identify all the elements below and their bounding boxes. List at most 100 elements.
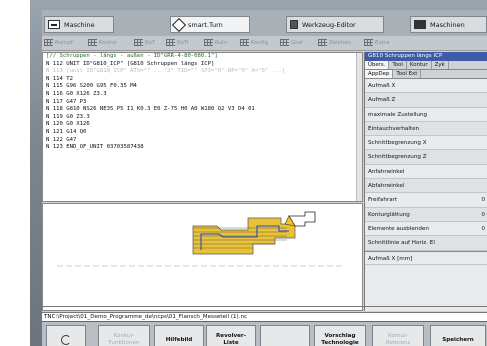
tab-maschine[interactable]: Maschine [44,16,114,33]
tab-tool-ext[interactable]: Tool Ext [393,70,422,78]
softkey-8[interactable]: Speichern [430,325,486,346]
grid-icon [166,39,175,46]
code-lines: [// Schruppen - längs - außen - ID"GRR-4… [43,53,362,152]
menu-toolbar: Rumpf Kontur RoT RoTr Ruhr Konfig Graf Z… [42,36,487,51]
machine-icon [414,20,426,29]
parameter-row[interactable]: Schnittbegrenzung Z [365,150,487,165]
contour-svg [57,211,343,267]
toolbar-item[interactable]: RoTr [166,39,189,46]
code-line[interactable]: N 114 T2 [43,76,362,84]
softkey-6[interactable]: Vorschlag Technologie [314,325,366,346]
cycle-parameter-panel: G810 Schruppen längs ICP Übers. Tool Kon… [364,52,487,311]
parameter-row[interactable]: Schnittlinie auf Horiz. El [365,236,487,251]
parameter-row[interactable]: Eintauchverhalten [365,121,487,137]
tab-appdep[interactable]: AppDep [365,70,394,78]
softkey-label: Kontur- Referenz [385,333,411,346]
toolbar-item[interactable]: Konfig [240,39,268,46]
code-line[interactable]: N 112 UNIT ID"G810_ICP" [G810 Schruppen … [43,61,362,69]
parameter-value[interactable]: 0 [481,208,485,221]
softkey-5[interactable] [260,325,310,346]
parameter-row[interactable]: Anfahrwinkel [365,165,487,180]
grid-icon [318,39,327,46]
softkey-label: Hilfebild [165,336,193,343]
tab-label: Maschine [64,20,95,29]
parameter-label: Anfahrwinkel [368,168,405,175]
parameter-row[interactable]: Freifahrart 0 [365,193,487,208]
code-line[interactable]: N 113 [unit ID"G810_ICP" NTS="" ..."2" T… [43,68,362,76]
cycle-icon [61,335,71,345]
parameter-label: maximale Zustellung [368,111,428,118]
parameter-value[interactable]: 0 [481,193,485,206]
panel-subtabs: AppDep Tool Ext [365,70,487,79]
tab-label: Werkzeug-Editor [302,20,356,29]
parameter-row[interactable]: Aufmaß Z [365,93,487,108]
parameter-list: Aufmaß X Aufmaß Z maximale Zustellung Einta… [365,79,487,251]
tab-uebersicht[interactable]: Übers. [365,61,390,69]
parameter-label: Abfahrwinkel [368,183,405,190]
toolbar-item[interactable]: Zeichen [318,39,351,46]
panel-tabs: Übers. Tool Kontur Zyk [365,61,487,70]
tab-label: Maschinen [430,20,465,29]
parameter-label: Eintauchverhalten [368,125,420,132]
diamond-icon [171,17,187,32]
toolbar-item[interactable]: RoT [134,39,155,46]
code-line[interactable]: N 116 G0 X126 Z3.3 [43,91,362,99]
grid-icon [44,39,53,46]
parameter-label: Aufmaß X [368,83,396,89]
editor-scrollbar[interactable] [356,53,362,201]
parameter-label: Konturglättung [368,211,410,218]
grid-icon [364,39,373,46]
parameter-label: Schnittbegrenzung Z [368,154,427,161]
softkey-4[interactable]: Revolver- Liste [206,325,256,346]
parameter-row[interactable]: maximale Zustellung [365,108,487,122]
contour-graphic [42,203,363,311]
grid-icon [88,39,97,46]
toolbar-item[interactable]: Graf [280,39,303,46]
code-line[interactable]: N 120 G0 X126 [43,121,362,129]
code-line[interactable]: N 115 G96 S200 G95 F0.35 M4 [43,83,362,91]
softkey-7[interactable]: Kontur- Referenz [372,325,424,346]
code-line[interactable]: N 122 G47 [43,137,362,145]
toolbar-item[interactable]: Rumpf [44,39,73,46]
code-line[interactable]: N 118 G810 NS26 NE35 P5 I1 K0.3 E0 Z-75 … [43,106,362,114]
tab-werkzeug-editor[interactable]: Werkzeug-Editor [286,16,384,33]
parameter-row[interactable]: Konturglättung 0 [365,207,487,222]
tab-smart-turn[interactable]: smart.Turn [170,16,250,33]
toolbar-item[interactable]: Ruhr [204,39,228,46]
parameter-label: Schnittlinie auf Horiz. El [368,240,435,247]
parameter-row[interactable]: Schnittbegrenzung X [365,136,487,151]
parameter-row[interactable]: Aufmaß X [365,79,487,94]
toolbar-item[interactable]: Kontur [88,39,117,46]
tab-zyklus[interactable]: Zyk [432,61,449,69]
parameter-label: Elemente ausblenden [368,225,429,232]
softkey-1[interactable] [46,325,86,346]
parameter-label: Aufmaß Z [368,97,396,104]
tab-tool[interactable]: Tool [389,61,407,69]
code-line[interactable]: [// Schruppen - längs - außen - ID"GRR-4… [43,53,362,61]
softkey-2[interactable]: Konkur- Funktionen [98,325,150,346]
parameter-label: Schnittbegrenzung X [368,140,427,147]
cnc-screen: Maschine smart.Turn Werkzeug-Editor Masc… [42,10,487,346]
grid-icon [280,39,289,46]
tool-icon [290,20,298,29]
code-line[interactable]: N 123 END_OF_UNIT 03703587438 [43,144,362,152]
parameter-row[interactable]: Abfahrwinkel [365,179,487,194]
panel-title: G810 Schruppen längs ICP [365,52,487,61]
tab-label: smart.Turn [188,20,223,29]
tab-bar: Maschine smart.Turn Werkzeug-Editor Masc… [42,10,487,36]
code-line[interactable]: N 119 G0 Z3.3 [43,114,362,122]
program-path: TNC:\Project\01_Demo_Programme_de\ncps\0… [42,312,487,321]
code-line[interactable]: N 117 G47 P3 [43,99,362,107]
parameter-value[interactable]: 0 [481,222,485,235]
arrow-icon [48,20,60,29]
toolbar-item[interactable]: Extra [364,39,390,46]
softkey-label: Vorschlag Technologie [321,333,359,346]
softkey-label: Speichern [442,336,474,343]
tab-maschinen[interactable]: Maschinen [410,16,487,33]
parameter-row[interactable]: Elemente ausblenden 0 [365,222,487,237]
nc-program-editor[interactable]: [// Schruppen - längs - außen - ID"GRR-4… [42,52,363,202]
help-footer: Aufmaß X [mm] [365,250,487,265]
code-line[interactable]: N 121 G14 Q0 [43,129,362,137]
softkey-3[interactable]: Hilfebild [154,325,204,346]
tab-kontur[interactable]: Kontur [407,61,432,69]
